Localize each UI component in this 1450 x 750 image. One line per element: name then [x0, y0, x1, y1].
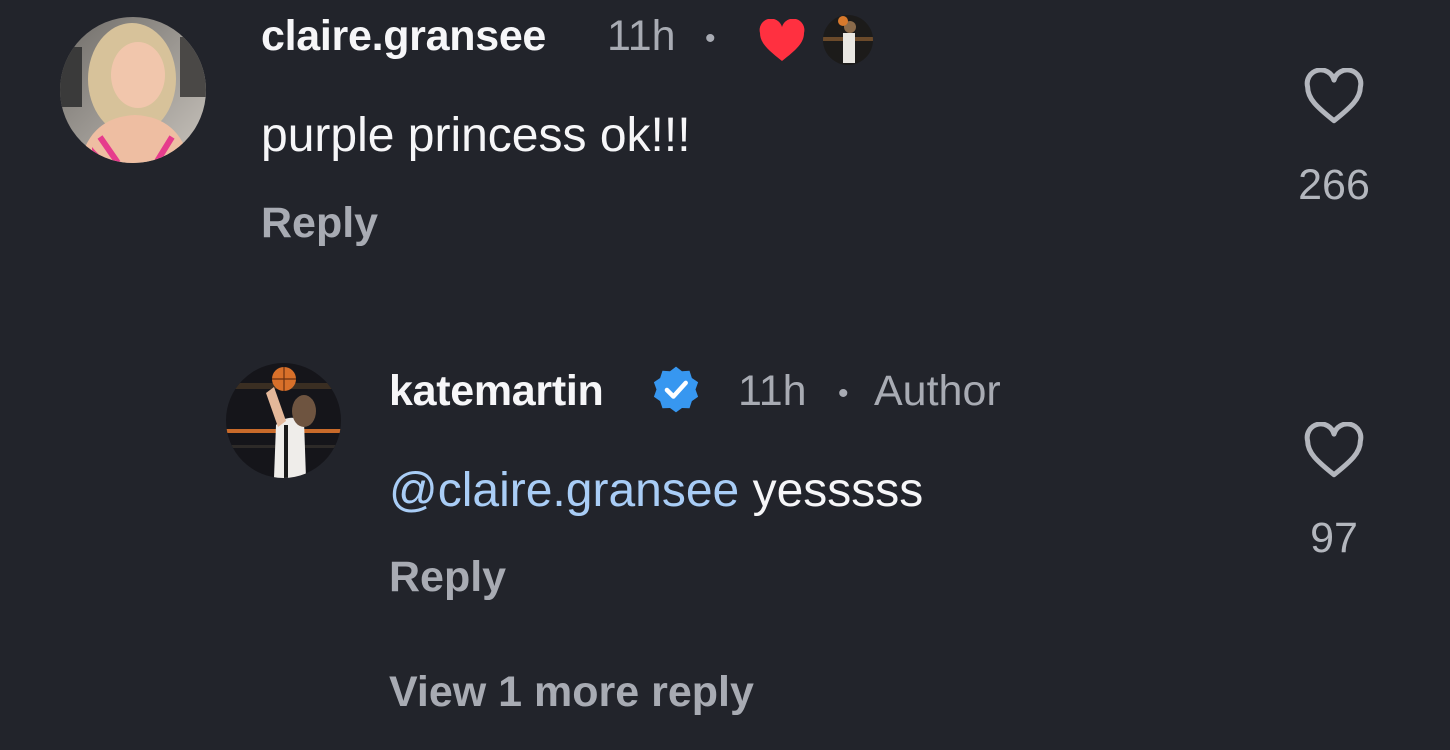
mention-link[interactable]: @claire.gransee: [389, 464, 739, 517]
view-more-replies-button[interactable]: View 1 more reply: [389, 668, 754, 717]
reply-button[interactable]: Reply: [261, 199, 378, 248]
comment-text: @claire.gransee yesssss: [389, 463, 923, 518]
comment-username[interactable]: katemartin: [389, 367, 604, 416]
heart-outline-icon[interactable]: [1302, 421, 1366, 480]
comment-timestamp: 11h: [738, 367, 807, 415]
avatar-katemartin[interactable]: [226, 363, 341, 478]
verified-badge-icon: [650, 364, 702, 416]
like-count: 266: [1298, 161, 1370, 209]
comment-timestamp: 11h: [607, 12, 676, 60]
comment-body: yesssss: [752, 464, 924, 517]
comment-username[interactable]: claire.gransee: [261, 12, 546, 61]
like-count: 97: [1310, 514, 1358, 562]
meta-separator: •: [705, 22, 716, 55]
meta-separator: •: [838, 377, 849, 410]
author-badge: Author: [874, 367, 1001, 415]
heart-filled-icon: [757, 18, 807, 63]
author-liked-avatar: [823, 15, 873, 65]
reply-button[interactable]: Reply: [389, 553, 506, 602]
avatar-claire-gransee[interactable]: [60, 17, 206, 163]
comment-text: purple princess ok!!!: [261, 109, 691, 162]
heart-outline-icon[interactable]: [1302, 67, 1366, 126]
